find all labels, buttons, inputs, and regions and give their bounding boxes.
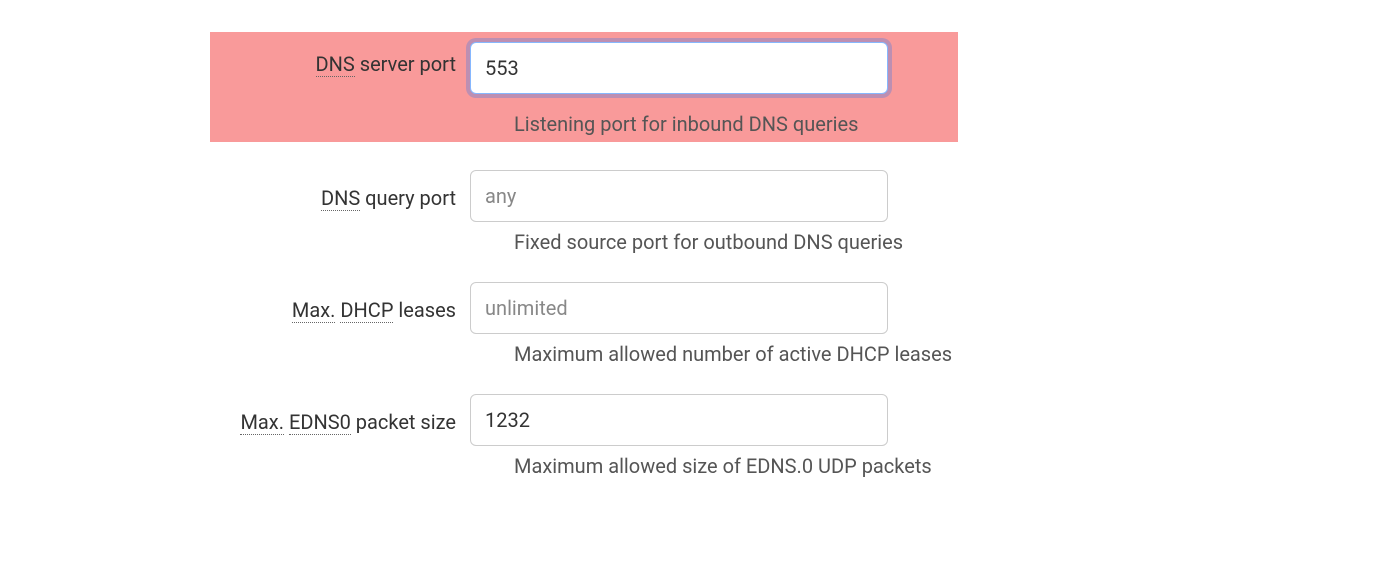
help-max-edns0-size: Maximum allowed size of EDNS.0 UDP packe… xyxy=(470,454,1394,478)
label-max-dhcp-leases: Max. DHCP leases xyxy=(0,282,470,338)
abbr-max: Max. xyxy=(240,410,284,435)
max-dhcp-leases-input[interactable] xyxy=(470,282,888,334)
settings-form: DNS server port Listening port for inbou… xyxy=(0,32,1394,478)
form-row-max-dhcp-leases: Max. DHCP leases Maximum allowed number … xyxy=(0,282,1394,366)
label-dns-query-port: DNS query port xyxy=(0,170,470,226)
label-dns-server-port: DNS server port xyxy=(210,38,470,136)
abbr-dhcp: DHCP xyxy=(340,298,393,323)
abbr-max: Max. xyxy=(292,298,336,323)
dns-query-port-input[interactable] xyxy=(470,170,888,222)
form-row-max-edns0-size: Max. EDNS0 packet size Maximum allowed s… xyxy=(0,394,1394,478)
max-edns0-size-input[interactable] xyxy=(470,394,888,446)
label-max-edns0-size: Max. EDNS0 packet size xyxy=(0,394,470,450)
form-row-dns-query-port: DNS query port Fixed source port for out… xyxy=(0,170,1394,254)
help-max-dhcp-leases: Maximum allowed number of active DHCP le… xyxy=(470,342,1394,366)
help-dns-query-port: Fixed source port for outbound DNS queri… xyxy=(470,230,1394,254)
abbr-edns0: EDNS0 xyxy=(289,410,351,435)
dns-server-port-input[interactable] xyxy=(470,42,888,94)
form-row-dns-server-port: DNS server port Listening port for inbou… xyxy=(0,32,1394,142)
help-dns-server-port: Listening port for inbound DNS queries xyxy=(470,112,958,136)
abbr-dns: DNS xyxy=(316,52,355,77)
abbr-dns: DNS xyxy=(321,186,360,211)
